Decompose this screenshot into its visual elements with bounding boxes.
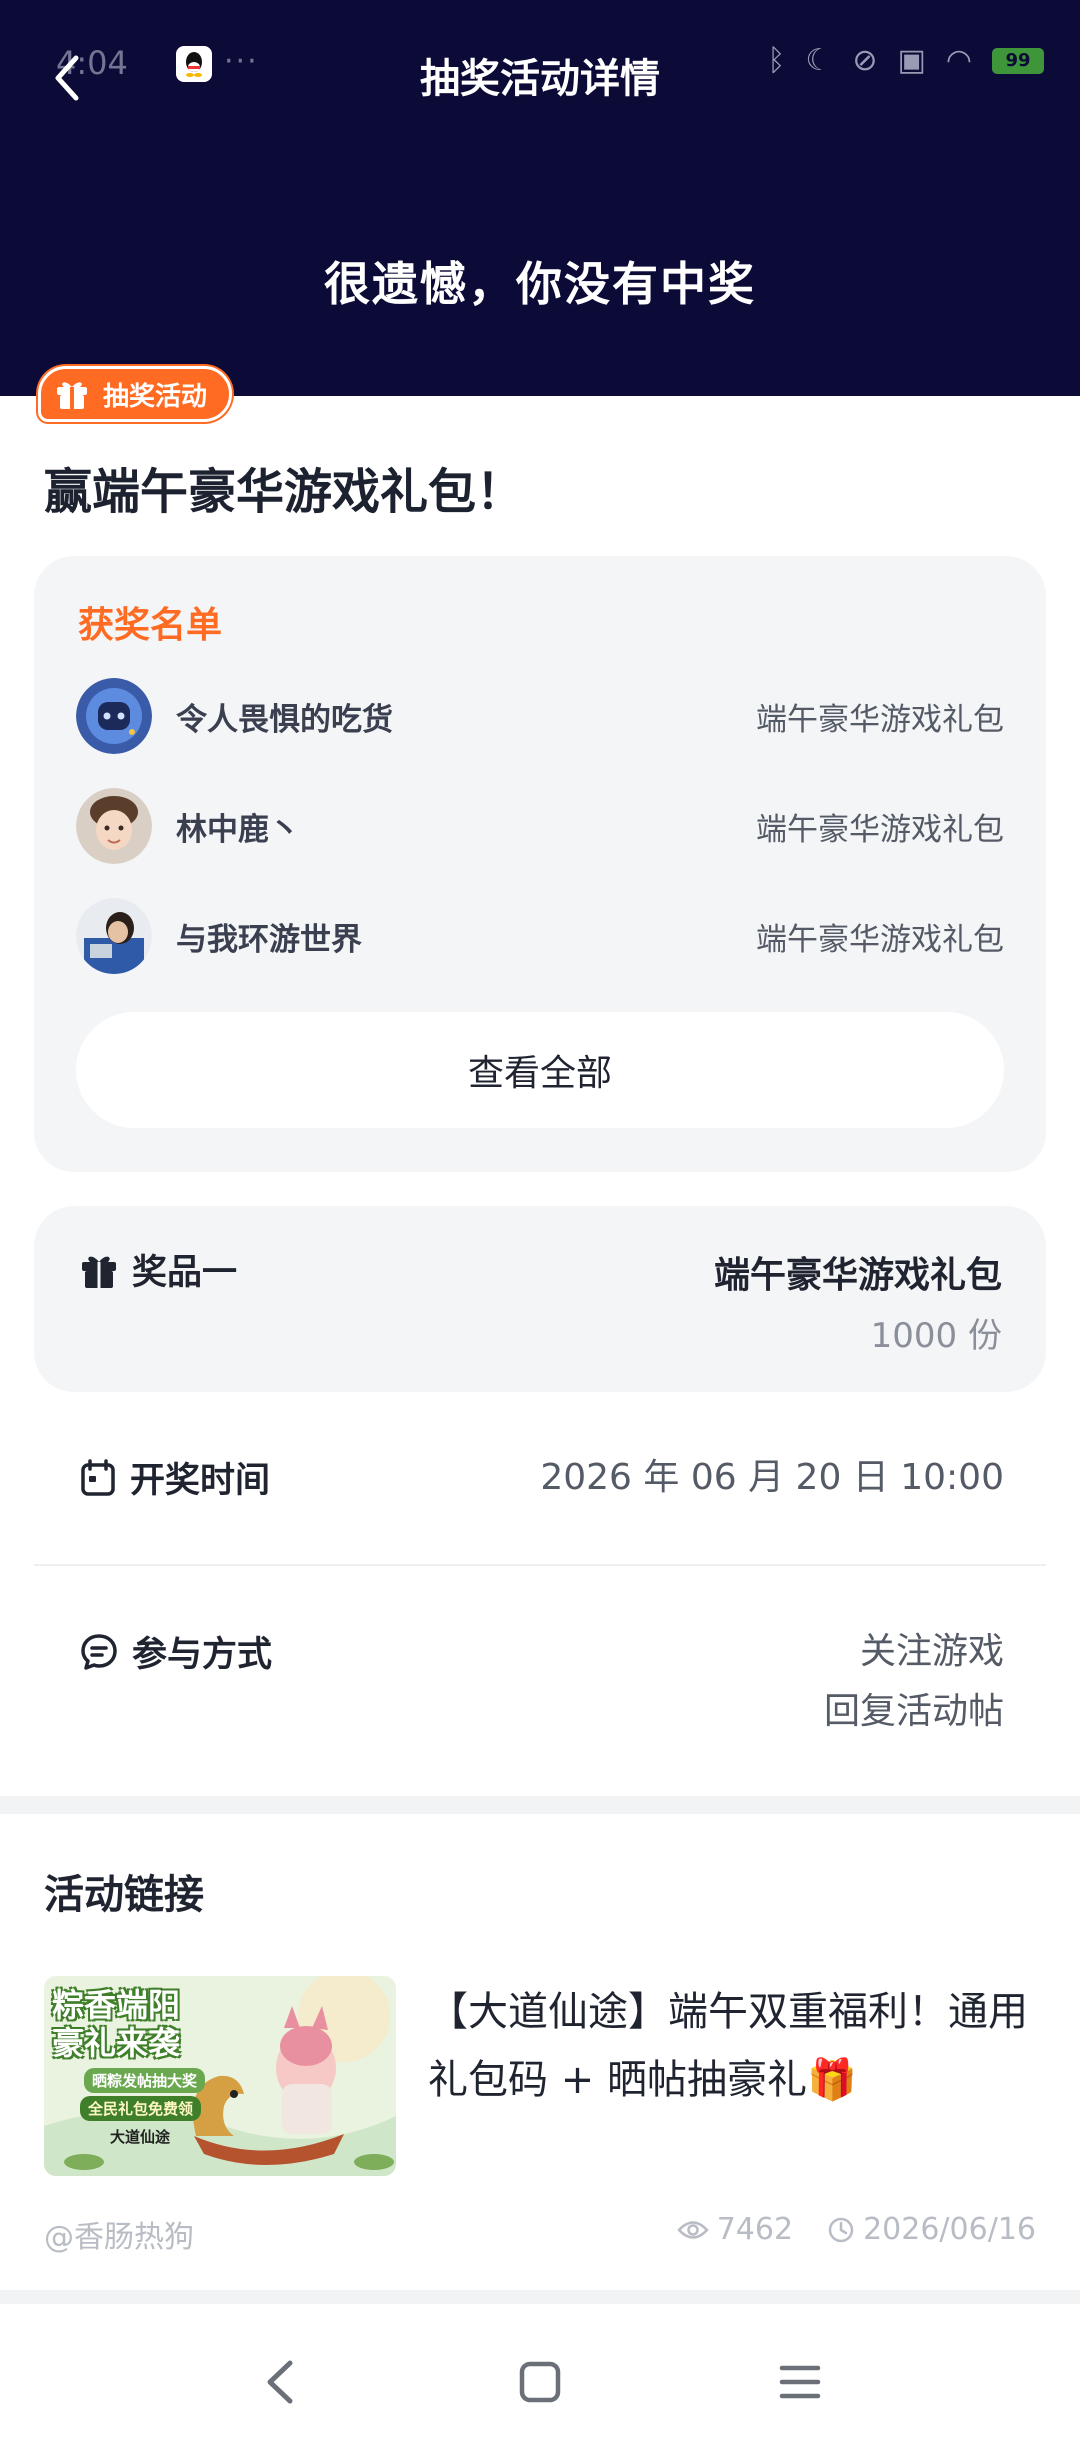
prize-card: 奖品一 端午豪华游戏礼包 1000 份 [34,1206,1046,1392]
section-separator [0,1796,1080,1814]
clock-icon [828,2217,854,2242]
post-date: 2026/06/16 [863,2212,1036,2247]
avatar [76,678,152,754]
thumbnail-headline-2: 豪礼来袭 [52,2024,181,2062]
winner-name: 林中鹿丶 [176,811,300,848]
activity-badge: 抽奖活动 [38,366,233,422]
activity-link-title: 活动链接 [44,1872,204,1918]
avatar [76,788,152,864]
participation-methods: 关注游戏 回复活动帖 [824,1622,1004,1742]
winner-name: 令人畏惧的吃货 [176,701,393,738]
views-count: 7462 [716,2212,794,2247]
activity-link-text[interactable]: 【大道仙途】端午双重福利！通用礼包码 + 晒帖抽豪礼🎁 [428,1978,1028,2114]
prize-name: 端午豪华游戏礼包 [713,1255,1002,1296]
winner-name: 与我环游世界 [176,921,362,958]
chat-icon [81,1633,117,1670]
menu-icon [779,2365,821,2399]
participation-method-2: 回复活动帖 [823,1691,1004,1732]
section-separator [0,2290,1080,2304]
thumbnail-headline: 粽香端阳 豪礼来袭 [52,1986,180,2062]
draw-time-value: 2026 年 06 月 20 日 10:00 [540,1457,1004,1498]
calendar-icon [81,1458,115,1496]
view-all-button[interactable]: 查看全部 [76,1012,1004,1128]
winner-row[interactable]: 林中鹿丶 端午豪华游戏礼包 [76,786,1004,866]
divider [34,1564,1046,1566]
date-meta: 2026/06/16 [827,2212,1036,2247]
eye-icon [677,2220,709,2239]
page-title: 抽奖活动详情 [420,56,660,102]
thumbnail-tag-1: 晒粽发帖抽大奖 [84,2068,206,2093]
gift-icon [82,1256,116,1288]
winners-card: 获奖名单 令人畏惧的吃货 端午豪华游戏礼包 林中鹿丶 端午豪华游戏礼包 与我环游… [34,556,1046,1172]
prize-label: 奖品一 [132,1253,238,1293]
winner-prize: 端午豪华游戏礼包 [756,811,1004,848]
draw-time-label: 开奖时间 [130,1461,271,1501]
winner-row[interactable]: 与我环游世界 端午豪华游戏礼包 [76,896,1004,976]
nav-menu-button[interactable] [770,2352,830,2412]
winner-prize: 端午豪华游戏礼包 [756,921,1004,958]
post-title: 赢端午豪华游戏礼包！ [44,464,525,520]
header-banner: 4:04 ··· ᛒ ☾ ⊘ ▣ ◠ 99 抽奖活动详情 很遗憾，你没有中奖 [0,0,1080,400]
activity-thumbnail[interactable]: 粽香端阳 豪礼来袭 晒粽发帖抽大奖 全民礼包免费领 大道仙途 [44,1976,396,2176]
nav-home-button[interactable] [510,2352,570,2412]
participation-method-1: 关注游戏 [859,1631,1004,1672]
nav-back-button[interactable] [250,2352,310,2412]
post-meta: 7462 2026/06/16 [677,2212,1036,2247]
winner-row[interactable]: 令人畏惧的吃货 端午豪华游戏礼包 [76,676,1004,756]
prize-count: 1000 份 [870,1316,1002,1356]
chevron-left-icon [267,2360,293,2404]
badge-label: 抽奖活动 [103,381,208,412]
draw-result-text: 很遗憾，你没有中奖 [324,257,756,311]
post-author[interactable]: @香肠热狗 [44,2212,194,2256]
avatar [76,898,152,974]
views-meta: 7462 [677,2212,793,2247]
thumbnail-tag-2: 全民礼包免费领 [80,2096,202,2121]
thumbnail-headline-1: 粽香端阳 [52,1986,181,2024]
winner-prize: 端午豪华游戏礼包 [756,701,1004,738]
participation-label-group: 参与方式 [80,1626,272,1677]
square-icon [519,2361,561,2403]
participation-label: 参与方式 [132,1635,273,1675]
prize-label-group: 奖品一 [80,1244,237,1295]
draw-time-label-group: 开奖时间 [80,1452,270,1503]
gift-icon [57,382,87,409]
winners-title: 获奖名单 [78,605,223,646]
thumbnail-logo: 大道仙途 [110,2128,171,2146]
system-nav-bar [0,2304,1080,2460]
